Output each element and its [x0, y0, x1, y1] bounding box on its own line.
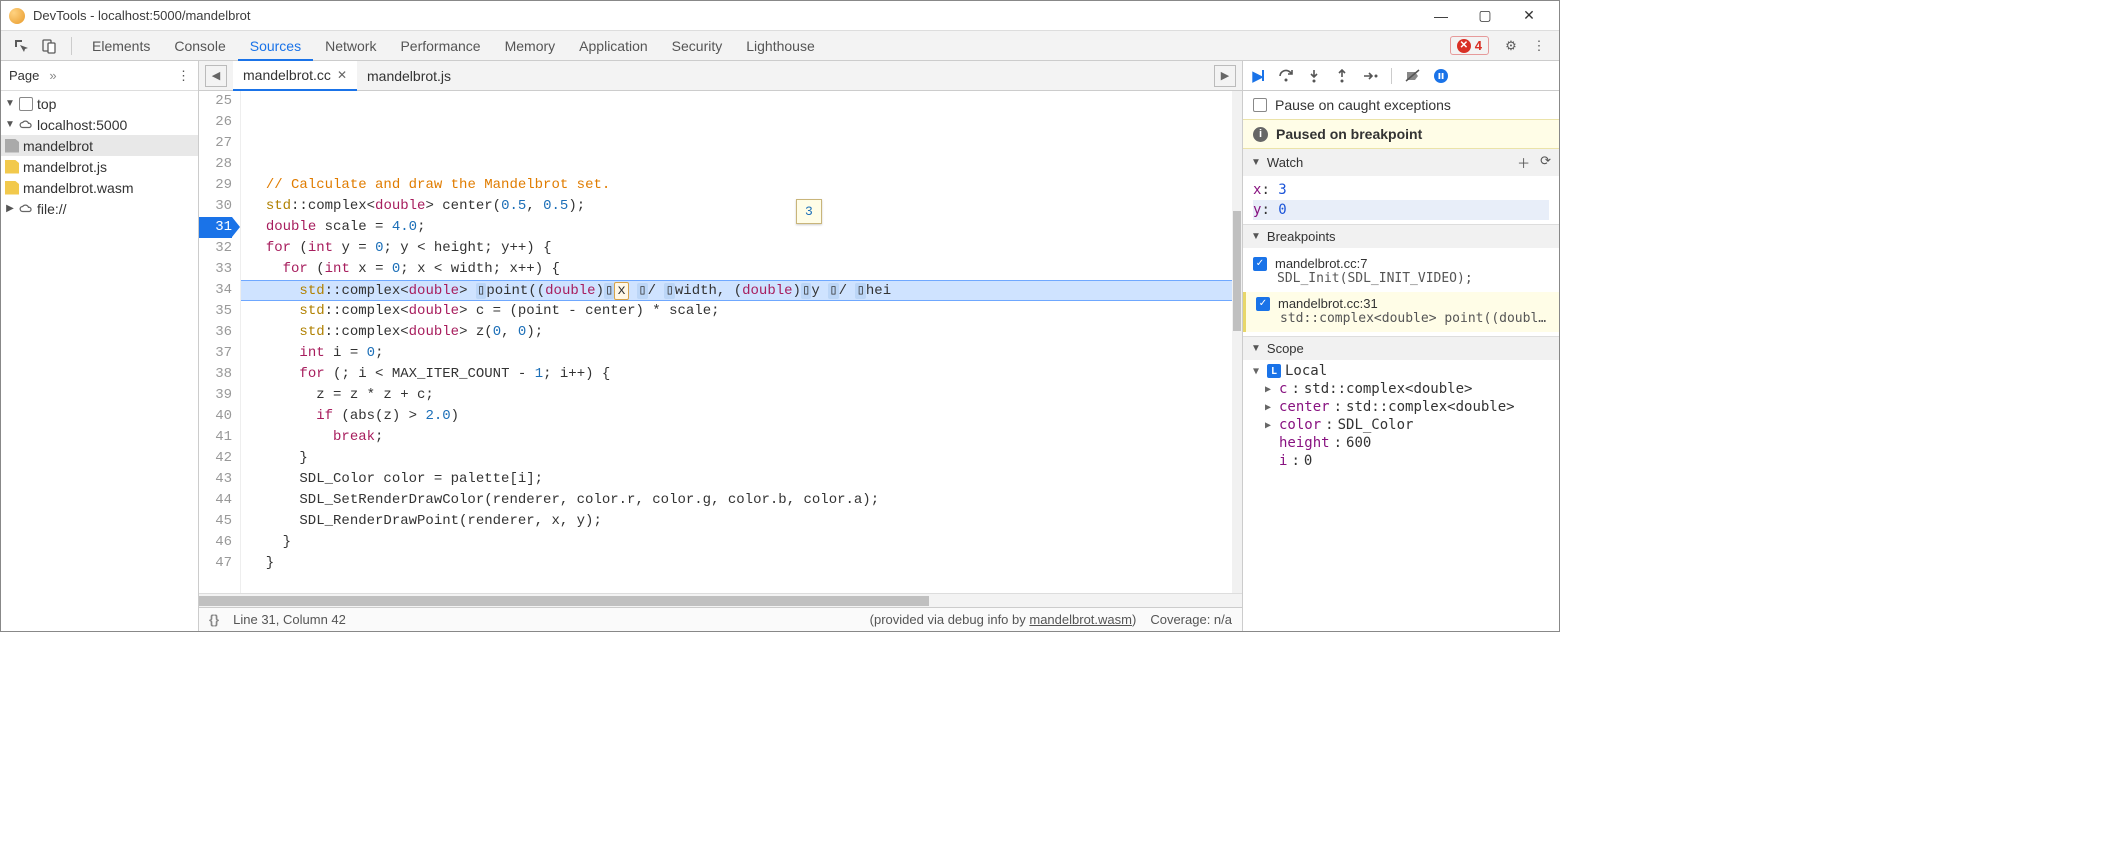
navigator-panel: Page » ⋮ ▼top ▼localhost:5000 mandelbrot… [1, 61, 199, 631]
add-watch-icon[interactable]: ＋ [1517, 153, 1530, 172]
main-tabs: Elements Console Sources Network Perform… [1, 31, 1559, 61]
file-tabs: ◀ mandelbrot.cc✕ mandelbrot.js ▶ [199, 61, 1242, 91]
gutter[interactable]: 2526272829303132333435363738394041424344… [199, 91, 241, 593]
file-tab-cc[interactable]: mandelbrot.cc✕ [233, 61, 357, 91]
step-over-icon[interactable] [1275, 65, 1297, 87]
code-area[interactable]: // Calculate and draw the Mandelbrot set… [241, 91, 1232, 593]
cursor-position: Line 31, Column 42 [233, 612, 346, 627]
local-badge-icon: L [1267, 364, 1281, 378]
script-icon [5, 160, 19, 174]
devtools-window: DevTools - localhost:5000/mandelbrot — ▢… [0, 0, 1560, 632]
error-icon: ✕ [1457, 39, 1471, 53]
debugger-panel: ▶ Pause on caught exceptions i Paused on… [1243, 61, 1559, 631]
navigator-more-icon[interactable]: ⋮ [177, 68, 190, 84]
nav-fwd-icon[interactable]: ▶ [1214, 65, 1236, 87]
deactivate-breakpoints-icon[interactable] [1402, 65, 1424, 87]
scope-header[interactable]: ▼Scope [1243, 337, 1559, 360]
chevron-right-icon[interactable]: » [49, 68, 56, 83]
window-title: DevTools - localhost:5000/mandelbrot [33, 8, 1419, 23]
status-bar: {} Line 31, Column 42 (provided via debu… [199, 607, 1242, 631]
value-tooltip: 3 [796, 199, 822, 224]
tab-console[interactable]: Console [162, 31, 237, 61]
pause-caught-row[interactable]: Pause on caught exceptions [1243, 91, 1559, 119]
tree-host[interactable]: ▼localhost:5000 [1, 114, 198, 135]
cloud-icon [19, 118, 33, 132]
coverage-info: Coverage: n/a [1150, 612, 1232, 627]
breakpoint-item[interactable]: ✓mandelbrot.cc:7SDL_Init(SDL_INIT_VIDEO)… [1243, 252, 1559, 292]
step-out-icon[interactable] [1331, 65, 1353, 87]
code-editor[interactable]: 2526272829303132333435363738394041424344… [199, 91, 1242, 593]
maximize-button[interactable]: ▢ [1463, 2, 1507, 30]
page-label[interactable]: Page [9, 68, 39, 83]
breakpoints-section: ▼Breakpoints ✓mandelbrot.cc:7SDL_Init(SD… [1243, 225, 1559, 337]
scope-variable[interactable]: i: 0 [1243, 452, 1559, 470]
watch-row[interactable]: y: 0 [1253, 200, 1549, 220]
minimize-button[interactable]: — [1419, 2, 1463, 30]
debugger-toolbar: ▶ [1243, 61, 1559, 91]
cloud-icon [19, 202, 33, 216]
scope-variable[interactable]: ▶c: std::complex<double> [1243, 380, 1559, 398]
file-tree: ▼top ▼localhost:5000 mandelbrot mandelbr… [1, 91, 198, 221]
titlebar: DevTools - localhost:5000/mandelbrot — ▢… [1, 1, 1559, 31]
close-icon[interactable]: ✕ [337, 61, 347, 90]
tree-file-scheme[interactable]: ▶file:// [1, 198, 198, 219]
vertical-scrollbar[interactable] [1232, 91, 1242, 593]
tree-top[interactable]: ▼top [1, 93, 198, 114]
tab-sources[interactable]: Sources [238, 31, 313, 61]
scope-variable[interactable]: ▶color: SDL_Color [1243, 416, 1559, 434]
watch-row[interactable]: x: 3 [1253, 180, 1549, 200]
pause-on-exceptions-icon[interactable] [1430, 65, 1452, 87]
file-tab-js[interactable]: mandelbrot.js [357, 61, 461, 91]
checkbox[interactable] [1253, 98, 1267, 112]
breakpoints-header[interactable]: ▼Breakpoints [1243, 225, 1559, 248]
close-button[interactable]: ✕ [1507, 2, 1551, 30]
step-into-icon[interactable] [1303, 65, 1325, 87]
tab-lighthouse[interactable]: Lighthouse [734, 31, 827, 61]
refresh-icon[interactable]: ⟳ [1540, 153, 1551, 172]
script-icon [5, 181, 19, 195]
horizontal-scrollbar[interactable] [199, 593, 1242, 607]
info-icon: i [1253, 127, 1268, 142]
watch-header[interactable]: ▼Watch ＋⟳ [1243, 149, 1559, 176]
settings-icon[interactable]: ⚙ [1501, 36, 1521, 56]
frame-icon [19, 97, 33, 111]
pretty-print-icon[interactable]: {} [209, 612, 219, 627]
document-icon [5, 139, 19, 153]
inspect-icon[interactable] [11, 36, 31, 56]
tree-file-mandelbrot[interactable]: mandelbrot [1, 135, 198, 156]
scope-local-row[interactable]: ▼LLocal [1243, 362, 1559, 380]
error-badge[interactable]: ✕ 4 [1450, 36, 1489, 55]
step-icon[interactable] [1359, 65, 1381, 87]
breakpoint-item[interactable]: ✓mandelbrot.cc:31std::complex<double> po… [1243, 292, 1559, 332]
scope-variable[interactable]: ▶center: std::complex<double> [1243, 398, 1559, 416]
tab-performance[interactable]: Performance [388, 31, 492, 61]
tab-application[interactable]: Application [567, 31, 660, 61]
resume-icon[interactable]: ▶ [1247, 65, 1269, 87]
scope-variable[interactable]: height: 600 [1243, 434, 1559, 452]
tree-file-wasm[interactable]: mandelbrot.wasm [1, 177, 198, 198]
checkbox-checked-icon[interactable]: ✓ [1253, 257, 1267, 271]
tab-security[interactable]: Security [660, 31, 735, 61]
nav-back-icon[interactable]: ◀ [205, 65, 227, 87]
scope-section: ▼Scope ▼LLocal ▶c: std::complex<double>▶… [1243, 337, 1559, 476]
tab-elements[interactable]: Elements [80, 31, 162, 61]
checkbox-checked-icon[interactable]: ✓ [1256, 297, 1270, 311]
tree-file-js[interactable]: mandelbrot.js [1, 156, 198, 177]
tab-memory[interactable]: Memory [493, 31, 568, 61]
watch-section: ▼Watch ＋⟳ x: 3y: 0 [1243, 149, 1559, 225]
editor-panel: ◀ mandelbrot.cc✕ mandelbrot.js ▶ 2526272… [199, 61, 1243, 631]
device-toggle-icon[interactable] [39, 36, 59, 56]
more-icon[interactable]: ⋮ [1529, 36, 1549, 56]
app-icon [9, 8, 25, 24]
debug-info: (provided via debug info by mandelbrot.w… [870, 612, 1137, 627]
navigator-header: Page » ⋮ [1, 61, 198, 91]
paused-banner: i Paused on breakpoint [1243, 119, 1559, 149]
tab-network[interactable]: Network [313, 31, 388, 61]
